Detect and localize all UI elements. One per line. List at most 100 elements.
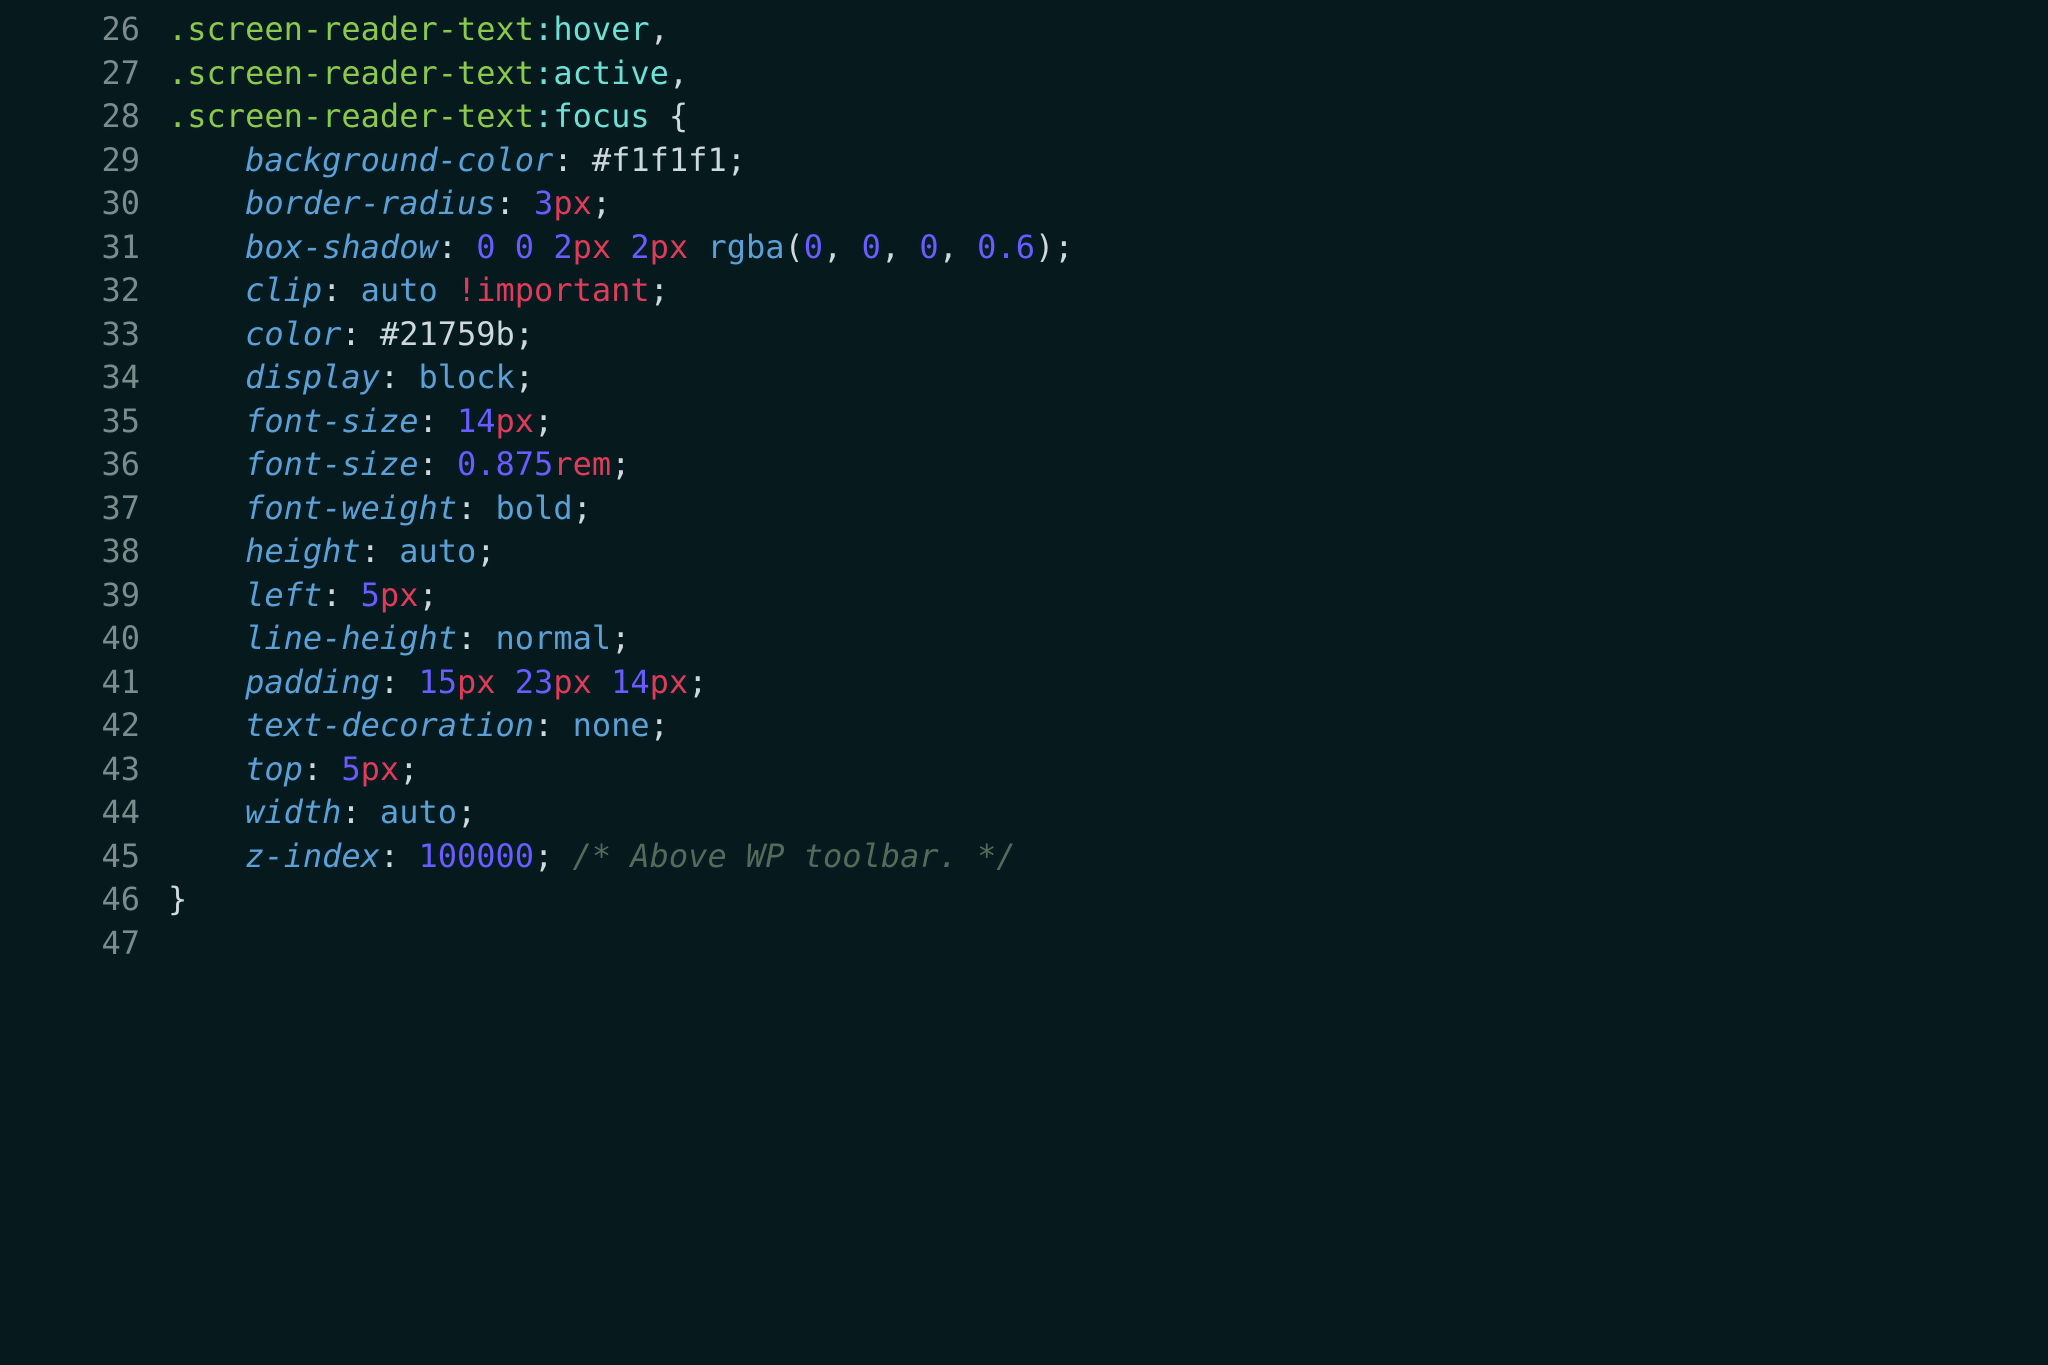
line-number: 41 (0, 661, 140, 705)
token-unit: px (496, 402, 535, 440)
code-line[interactable] (168, 922, 2048, 966)
token-punct: : (303, 750, 342, 788)
code-line[interactable]: .screen-reader-text:hover, (168, 8, 2048, 52)
code-line[interactable]: .screen-reader-text:active, (168, 52, 2048, 96)
code-line[interactable]: z-index: 100000; /* Above WP toolbar. */ (168, 835, 2048, 879)
token-number: 23 (515, 663, 554, 701)
line-number: 32 (0, 269, 140, 313)
token-punct: ; (457, 793, 476, 831)
code-line[interactable]: color: #21759b; (168, 313, 2048, 357)
token-prop: clip (245, 271, 322, 309)
line-number: 29 (0, 139, 140, 183)
token-keyword: bold (496, 489, 573, 527)
line-number: 36 (0, 443, 140, 487)
token-punct: ( (785, 228, 804, 266)
token-important: !important (457, 271, 650, 309)
token-keyword: auto (361, 271, 438, 309)
token-number: 0 (476, 228, 495, 266)
code-line[interactable]: .screen-reader-text:focus { (168, 95, 2048, 139)
code-line[interactable]: display: block; (168, 356, 2048, 400)
token-punct: ; (515, 358, 534, 396)
token-number: 5 (341, 750, 360, 788)
line-number: 39 (0, 574, 140, 618)
line-number: 35 (0, 400, 140, 444)
token-punct: : (322, 271, 361, 309)
token-unit: px (380, 576, 419, 614)
token-punct: : (496, 184, 535, 222)
code-line[interactable]: padding: 15px 23px 14px; (168, 661, 2048, 705)
line-number: 42 (0, 704, 140, 748)
token-number: 0 (804, 228, 823, 266)
line-number: 31 (0, 226, 140, 270)
token-punct: : (553, 141, 592, 179)
token-number: 0 (515, 228, 534, 266)
token-punct (496, 663, 515, 701)
token-number: 5 (361, 576, 380, 614)
code-line[interactable]: box-shadow: 0 0 2px 2px rgba(0, 0, 0, 0.… (168, 226, 2048, 270)
token-punct: ; (611, 619, 630, 657)
code-area[interactable]: .screen-reader-text:hover,.screen-reader… (168, 8, 2048, 965)
token-prop: height (245, 532, 361, 570)
token-number: 14 (457, 402, 496, 440)
token-punct: : (380, 837, 419, 875)
line-number: 38 (0, 530, 140, 574)
token-number: 0.875 (457, 445, 553, 483)
token-prop: font-size (245, 402, 418, 440)
token-unit: px (650, 663, 689, 701)
token-prop: border-radius (245, 184, 495, 222)
token-keyword: auto (399, 532, 476, 570)
token-punct: : (361, 532, 400, 570)
token-sel: .screen-reader-text (168, 54, 534, 92)
token-unit: px (457, 663, 496, 701)
token-punct: ; (399, 750, 418, 788)
code-line[interactable]: left: 5px; (168, 574, 2048, 618)
token-prop: top (245, 750, 303, 788)
token-prop: width (245, 793, 341, 831)
token-pseudo: :active (534, 54, 669, 92)
token-unit: px (553, 663, 592, 701)
code-line[interactable]: font-size: 0.875rem; (168, 443, 2048, 487)
token-punct: , (650, 10, 669, 48)
code-line[interactable]: font-size: 14px; (168, 400, 2048, 444)
code-editor[interactable]: 2627282930313233343536373839404142434445… (0, 0, 2048, 965)
code-line[interactable]: top: 5px; (168, 748, 2048, 792)
token-punct: , (823, 228, 862, 266)
code-line[interactable]: height: auto; (168, 530, 2048, 574)
token-punct: { (650, 97, 689, 135)
token-number: 2 (630, 228, 649, 266)
code-line[interactable]: font-weight: bold; (168, 487, 2048, 531)
code-line[interactable]: clip: auto !important; (168, 269, 2048, 313)
token-unit: px (553, 184, 592, 222)
token-number: 15 (418, 663, 457, 701)
token-keyword: none (573, 706, 650, 744)
code-line[interactable]: background-color: #f1f1f1; (168, 139, 2048, 183)
code-line[interactable]: border-radius: 3px; (168, 182, 2048, 226)
token-punct: ; (688, 663, 707, 701)
code-line[interactable]: text-decoration: none; (168, 704, 2048, 748)
token-prop: left (245, 576, 322, 614)
token-number: 0.6 (977, 228, 1035, 266)
token-punct: , (881, 228, 920, 266)
token-hex: #21759b (380, 315, 515, 353)
token-number: 100000 (418, 837, 534, 875)
token-punct: : (341, 315, 380, 353)
token-number: 0 (862, 228, 881, 266)
token-hex: #f1f1f1 (592, 141, 727, 179)
code-line[interactable]: } (168, 878, 2048, 922)
token-prop: display (245, 358, 380, 396)
line-number: 28 (0, 95, 140, 139)
token-punct (611, 228, 630, 266)
token-punct: : (322, 576, 361, 614)
token-punct: : (438, 228, 477, 266)
code-line[interactable]: width: auto; (168, 791, 2048, 835)
token-punct (592, 663, 611, 701)
token-prop: padding (245, 663, 380, 701)
code-line[interactable]: line-height: normal; (168, 617, 2048, 661)
token-sel: .screen-reader-text (168, 10, 534, 48)
token-sel: .screen-reader-text (168, 97, 534, 135)
token-unit: px (650, 228, 689, 266)
token-keyword: normal (496, 619, 612, 657)
token-fname: rgba (707, 228, 784, 266)
token-pseudo: :hover (534, 10, 650, 48)
line-number: 27 (0, 52, 140, 96)
